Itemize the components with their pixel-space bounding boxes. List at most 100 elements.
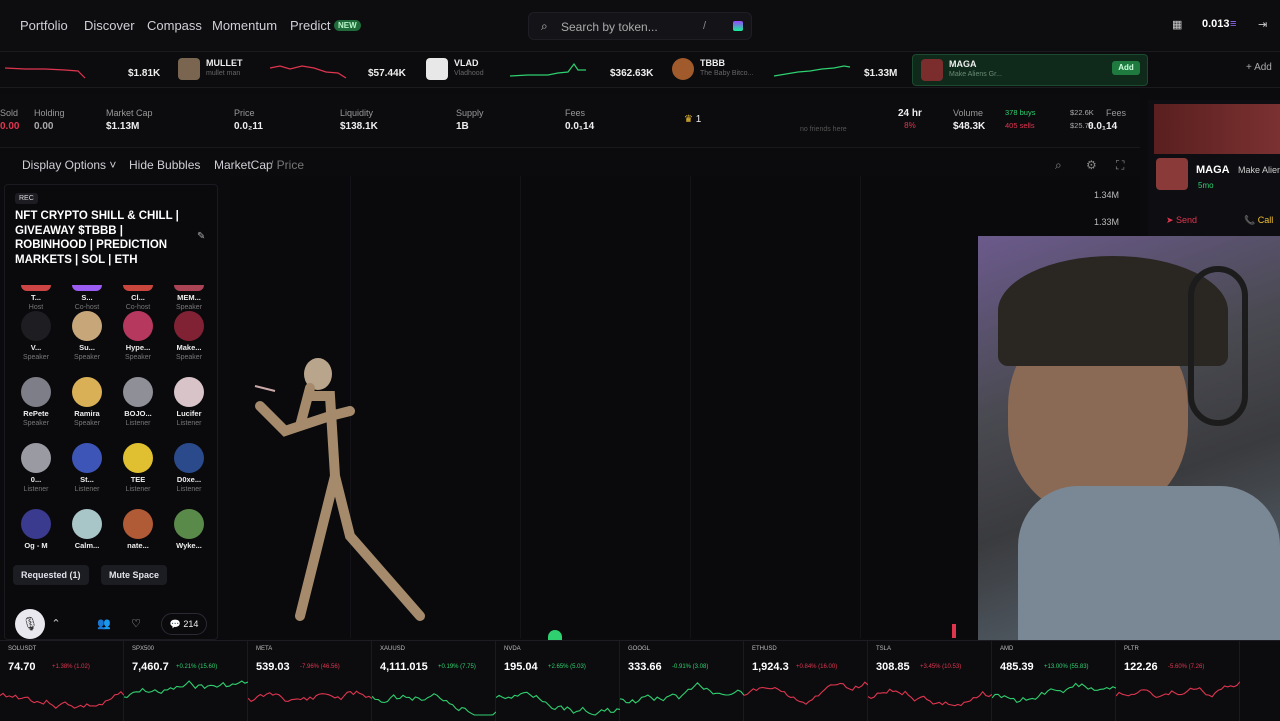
solana-balance-icon: ≡ — [1230, 18, 1237, 30]
people-icon[interactable]: 👥 — [93, 613, 115, 635]
stat-fees-24h: Fees 0.0₁14 — [1088, 108, 1126, 132]
market-ticker-card[interactable]: TSLA 308.85 +3.45% (10.53) — [868, 641, 992, 721]
requested-button[interactable]: Requested (1) — [13, 565, 89, 585]
sidebar-toggle-icon[interactable]: ⇥ — [1258, 18, 1267, 31]
grid-icon[interactable]: ▦ — [1172, 18, 1182, 31]
market-ticker-card[interactable]: NVDA 195.04 +2.65% (5.03) — [496, 641, 620, 721]
speaker-name: Lucifer — [176, 409, 202, 418]
stat-label: Fees — [565, 108, 586, 118]
speaker-avatar — [72, 285, 102, 291]
ticker-item[interactable]: VLAD Vladhood $362.63K — [426, 56, 653, 84]
market-ticker-sparkline — [868, 688, 992, 707]
speaker-item[interactable]: V... Speaker — [11, 311, 61, 361]
speaker-item[interactable]: Hype... Speaker — [113, 311, 163, 361]
mute-space-button[interactable]: Mute Space — [101, 565, 168, 585]
market-ticker-change: +0.84% (16.00) — [796, 664, 838, 670]
display-options-button[interactable]: Display Options ˅ — [22, 158, 116, 172]
bubble-marker[interactable] — [548, 630, 562, 640]
market-ticker-card[interactable]: AMD 485.39 +13.00% (55.83) — [992, 641, 1116, 721]
zoom-icon[interactable]: ⌕ — [1055, 158, 1062, 173]
speaker-avatar — [21, 377, 51, 407]
call-button[interactable]: 📞 Call — [1244, 215, 1273, 226]
speaker-role: Listener — [125, 486, 151, 493]
speaker-avatar — [123, 509, 153, 539]
speaker-item[interactable]: D0xe... Listener — [164, 443, 214, 493]
speaker-role: Speaker — [73, 354, 101, 361]
stat-value: 0.0₁14 — [1088, 121, 1118, 132]
speaker-item[interactable]: TEE Listener — [113, 443, 163, 493]
microphone-icon[interactable]: 🎙 — [15, 609, 45, 639]
search-bar[interactable]: ⌕ Search by token... / — [528, 12, 752, 40]
edit-icon[interactable]: ✎ — [197, 231, 205, 242]
speaker-name: D0xe... — [176, 475, 202, 484]
market-ticker-card[interactable]: SPX500 7,460.7 +0.21% (15.60) — [124, 641, 248, 721]
stat-value: 1B — [456, 121, 469, 132]
ticker-item[interactable]: MULLET mullet man $57.44K — [178, 56, 406, 84]
send-button[interactable]: ➤ Send — [1166, 215, 1197, 226]
nav-discover[interactable]: Discover — [84, 18, 135, 33]
market-ticker-change: -0.91% (3.08) — [672, 664, 709, 670]
holders-count[interactable]: ♛ 1 — [684, 114, 701, 125]
market-ticker-card[interactable]: SOLUSDT 74.70 +1.38% (1.02) — [0, 641, 124, 721]
token-avatar — [921, 59, 943, 81]
search-input[interactable]: Search by token... — [561, 20, 658, 34]
speaker-item[interactable]: Su... Speaker — [62, 311, 112, 361]
market-ticker-change: +0.21% (15.60) — [176, 664, 218, 670]
ticker-mcap: $1.33M — [864, 68, 898, 79]
stat-label: Volume — [953, 108, 984, 118]
speaker-avatar — [21, 311, 51, 341]
add-button[interactable]: Add — [1112, 61, 1140, 75]
speaker-avatar — [72, 377, 102, 407]
ticker-item[interactable]: TBBB The Baby Bitco... $1.33M — [672, 56, 898, 84]
speaker-item[interactable]: Og - M — [11, 509, 61, 552]
market-ticker-card[interactable]: GOOGL 333.66 -0.91% (3.08) — [620, 641, 744, 721]
speaker-avatar — [174, 509, 204, 539]
speaker-name: RePete — [23, 409, 49, 418]
speaker-name: St... — [80, 475, 94, 484]
market-ticker-sparkline — [0, 691, 124, 709]
speaker-item[interactable]: Calm... — [62, 509, 112, 552]
nav-momentum[interactable]: Momentum — [212, 18, 277, 33]
token-side-card: MAGA Make Alien 5mo ➤ Send 📞 Call — [1148, 100, 1280, 236]
speaker-item[interactable]: S... Co-host — [62, 285, 112, 311]
speaker-item[interactable]: RePete Speaker — [11, 377, 61, 427]
stat-value: 0.0₁14 — [565, 121, 595, 132]
price-toggle[interactable]: / Price — [270, 158, 304, 172]
ticker-sparkline — [4, 67, 86, 79]
speaker-item[interactable]: MEM... Speaker — [164, 285, 214, 311]
market-ticker-card[interactable]: ETHUSD 1,924.3 +0.84% (16.00) — [744, 641, 868, 721]
stat-label: Supply — [456, 108, 484, 118]
market-ticker-card[interactable]: XAUUSD 4,111.015 +0.19% (7.75) — [372, 641, 496, 721]
speaker-item[interactable]: Cl... Co-host — [113, 285, 163, 311]
settings-icon[interactable]: ⚙ — [1086, 158, 1097, 172]
speaker-avatar — [72, 443, 102, 473]
marketcap-toggle[interactable]: MarketCap — [214, 158, 273, 172]
heart-icon[interactable]: ♡ — [125, 613, 147, 635]
nav-compass[interactable]: Compass — [147, 18, 202, 33]
market-ticker-card[interactable]: PLTR 122.26 -5.60% (7.26) — [1116, 641, 1240, 721]
wallet-balance[interactable]: 0.013 — [1202, 18, 1230, 30]
speaker-item[interactable]: Wyke... — [164, 509, 214, 552]
speaker-item[interactable]: nate... — [113, 509, 163, 552]
nav-predict[interactable]: Predict — [290, 18, 330, 33]
speaker-item[interactable]: Make... Speaker — [164, 311, 214, 361]
hide-bubbles-button[interactable]: Hide Bubbles — [129, 158, 200, 172]
speaker-item[interactable]: BOJO... Listener — [113, 377, 163, 427]
market-ticker-change: -7.96% (46.56) — [300, 664, 340, 670]
nav-portfolio[interactable]: Portfolio — [20, 18, 68, 33]
speaker-item[interactable]: 0... Listener — [11, 443, 61, 493]
stat-period[interactable]: 24 hr 8% — [898, 108, 922, 130]
speaker-role: Co-host — [74, 304, 100, 311]
speaker-item[interactable]: St... Listener — [62, 443, 112, 493]
comments-count: 214 — [183, 619, 199, 629]
add-token-button[interactable]: + Add — [1246, 62, 1272, 73]
market-ticker-card[interactable]: META 539.03 -7.96% (46.56) — [248, 641, 372, 721]
speaker-name: Su... — [79, 343, 95, 352]
fullscreen-icon[interactable]: ⛶ — [1116, 158, 1124, 173]
speaker-item[interactable]: Ramira Speaker — [62, 377, 112, 427]
comments-button[interactable]: 💬 214 — [161, 613, 207, 635]
ticker-item[interactable]: $1.81K — [0, 56, 160, 84]
speaker-item[interactable]: T... Host — [11, 285, 61, 311]
chevron-up-icon[interactable]: ⌃ — [45, 613, 67, 635]
speaker-item[interactable]: Lucifer Listener — [164, 377, 214, 427]
